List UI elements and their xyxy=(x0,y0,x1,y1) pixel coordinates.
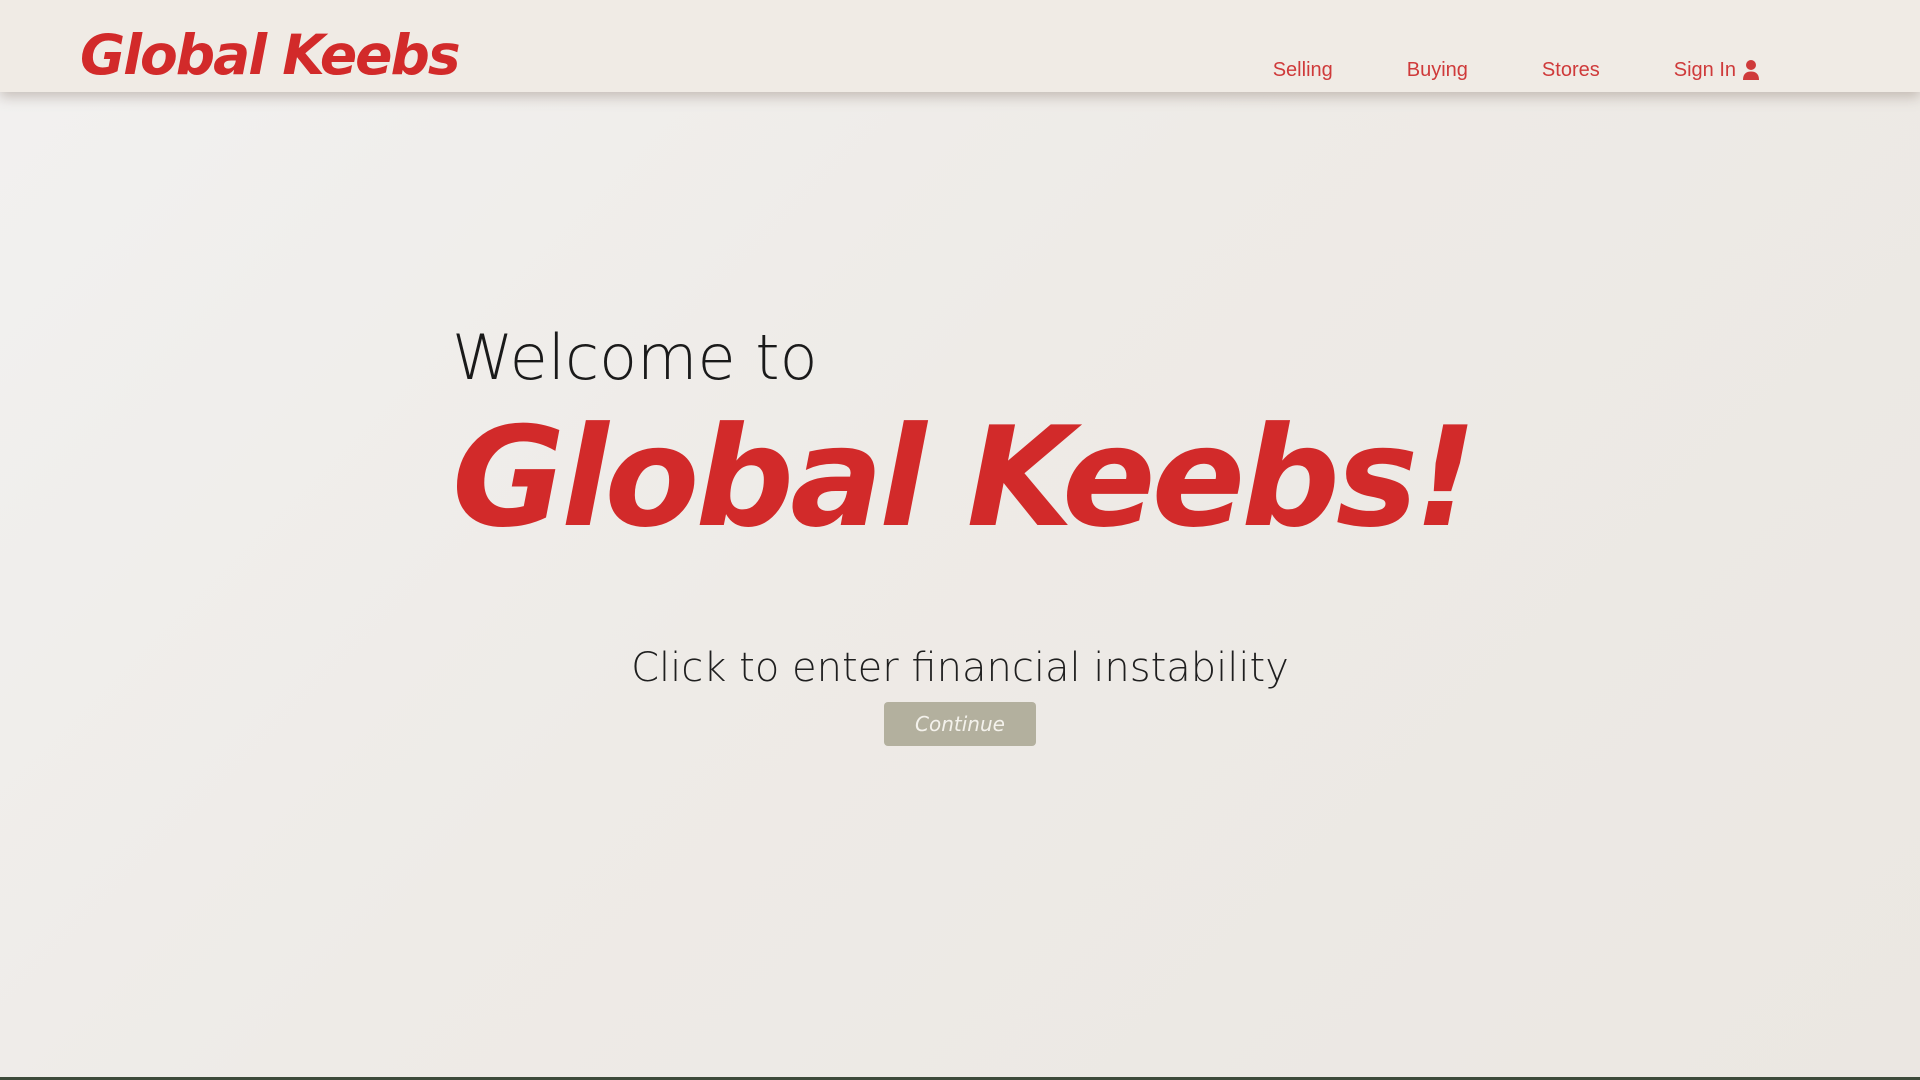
user-icon xyxy=(1743,60,1759,80)
nav-buying-link[interactable]: Buying xyxy=(1407,56,1468,84)
nav-links: Selling Buying Stores Sign In xyxy=(1273,56,1760,84)
nav-sign-in-link[interactable]: Sign In xyxy=(1674,56,1760,84)
hero-title: Global Keebs! xyxy=(452,397,1477,558)
brand-logo-link[interactable]: Global Keebs xyxy=(80,20,461,90)
nav-selling-link[interactable]: Selling xyxy=(1273,56,1333,84)
sign-in-label: Sign In xyxy=(1673,59,1736,81)
continue-button[interactable]: Continue xyxy=(884,702,1036,746)
hero-section: Welcome to Global Keebs! Click to enter … xyxy=(0,0,1920,1080)
nav-stores-link[interactable]: Stores xyxy=(1542,56,1600,84)
tagline-text: Click to enter financial instability xyxy=(631,645,1289,691)
top-navbar: Global Keebs Selling Buying Stores Sign … xyxy=(0,0,1920,92)
welcome-text: Welcome to xyxy=(452,321,818,394)
